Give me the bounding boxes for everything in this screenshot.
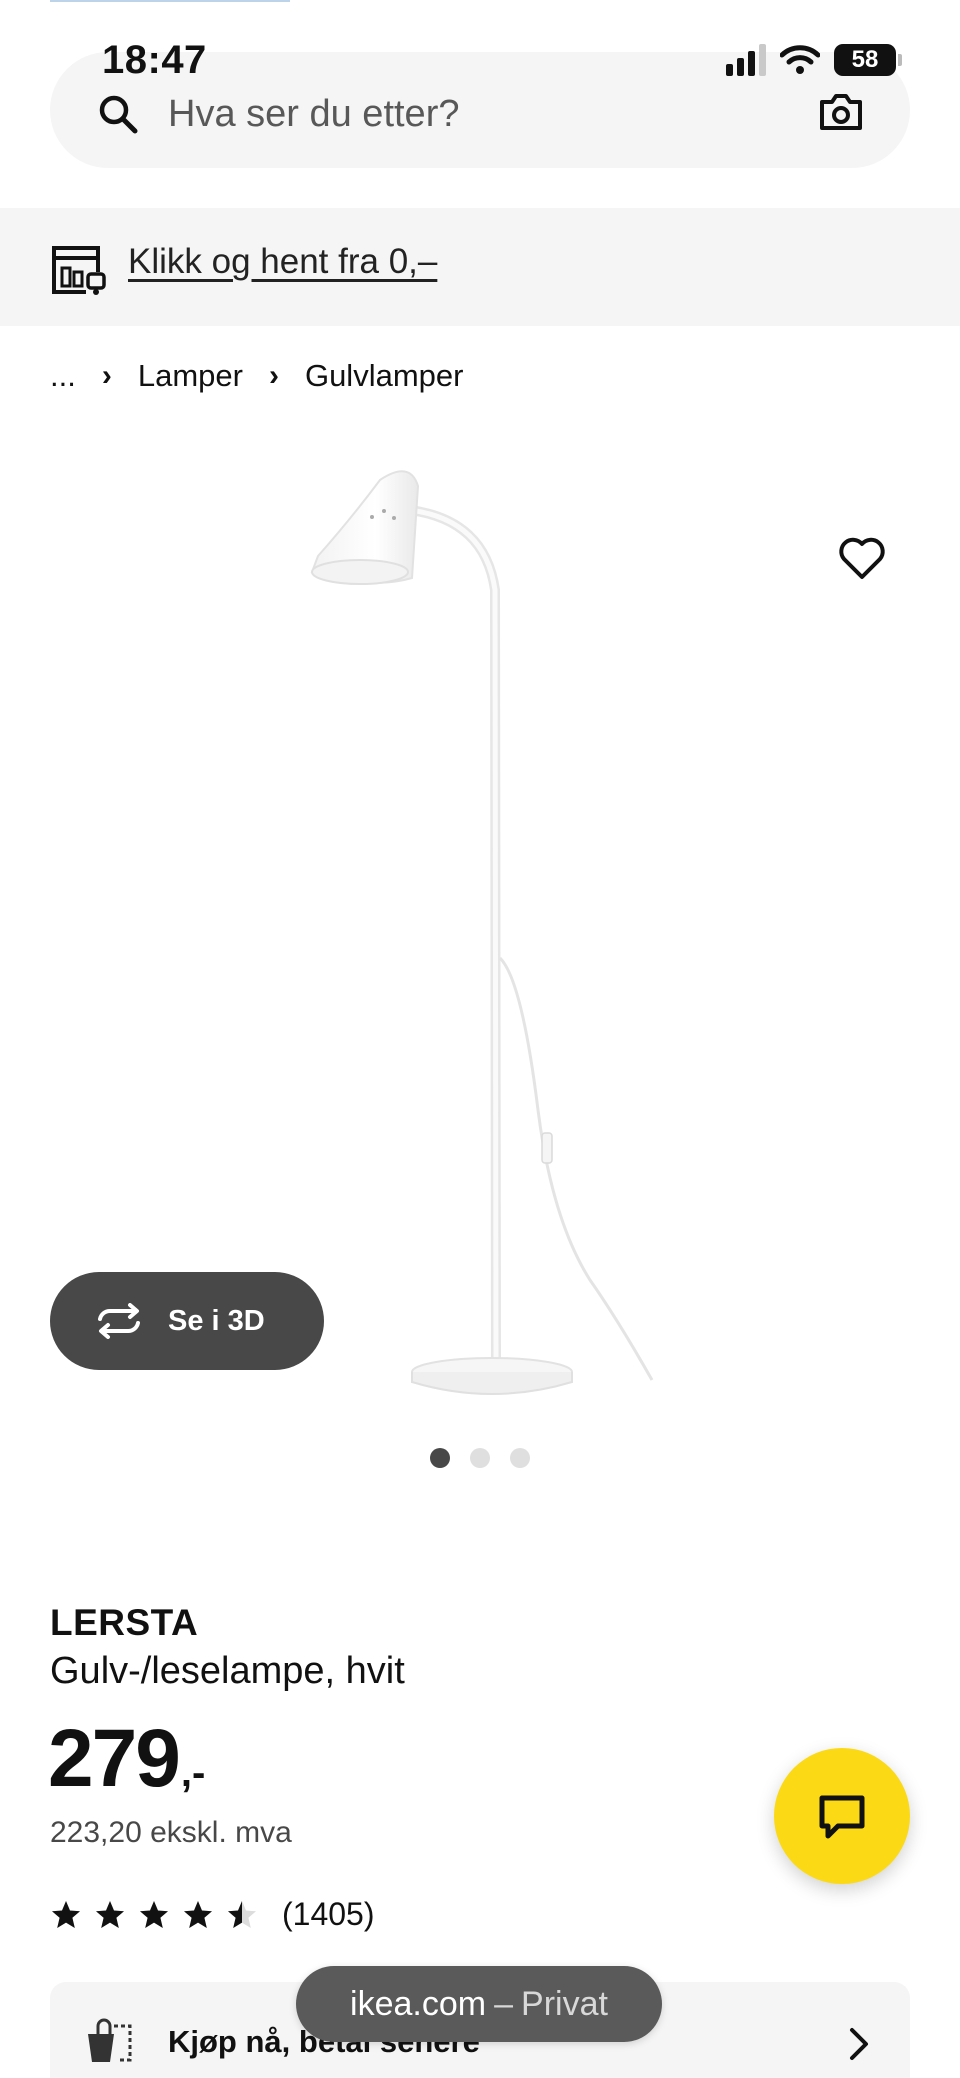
browser-address-pill[interactable]: ikea.com – Privat <box>296 1966 662 2042</box>
pay-later-icon <box>88 2018 132 2062</box>
rating-stars <box>50 1899 258 1931</box>
product-description: Gulv-/leselampe, hvit <box>50 1650 405 1692</box>
carousel-dot-1[interactable] <box>430 1448 450 1468</box>
store-icon <box>52 246 106 295</box>
chevron-right-icon: › <box>268 359 279 392</box>
click-collect-banner: Klikk og hent fra 0,– <box>0 208 960 326</box>
carousel-dots <box>430 1448 530 1468</box>
battery-level: 58 <box>851 46 879 73</box>
star-icon <box>52 1900 80 1928</box>
click-collect-link[interactable]: Klikk og hent fra 0,– <box>128 242 437 282</box>
chat-button[interactable] <box>774 1748 910 1884</box>
heart-icon[interactable] <box>836 532 888 584</box>
browser-mode: Privat <box>521 1984 608 2023</box>
price-ex-vat: 223,20 ekskl. mva <box>50 1816 292 1849</box>
breadcrumb-gulvlamper[interactable]: Gulvlamper <box>305 358 464 394</box>
battery-icon: 58 <box>834 44 902 76</box>
browser-domain: ikea.com <box>350 1984 487 2023</box>
search-icon[interactable] <box>94 90 142 138</box>
view-3d-button[interactable]: Se i 3D <box>50 1272 324 1370</box>
rotate-icon <box>98 1303 140 1339</box>
camera-icon[interactable] <box>816 86 866 136</box>
star-icon <box>184 1900 212 1928</box>
search-input[interactable] <box>168 86 788 142</box>
breadcrumb-ellipsis[interactable]: ... <box>50 358 76 394</box>
wifi-icon <box>780 45 820 74</box>
browser-separator: – <box>494 1984 514 2023</box>
signal-icon <box>726 44 766 76</box>
breadcrumb-lamper[interactable]: Lamper <box>138 358 243 394</box>
chat-icon <box>819 1795 865 1839</box>
product-image[interactable] <box>260 460 680 1410</box>
breadcrumb: ... › Lamper › Gulvlamper <box>50 358 463 394</box>
status-icons: 58 <box>726 44 902 76</box>
product-rating[interactable]: (1405) <box>50 1896 375 1933</box>
product-name: LERSTA <box>50 1602 199 1643</box>
price-integer: 279 <box>48 1713 181 1804</box>
carousel-dot-3[interactable] <box>510 1448 530 1468</box>
carousel-dot-2[interactable] <box>470 1448 490 1468</box>
price-suffix: ,- <box>180 1751 206 1795</box>
star-icon <box>228 1900 256 1928</box>
view-3d-label: Se i 3D <box>168 1304 265 1337</box>
star-icon <box>140 1900 168 1928</box>
rating-count[interactable]: (1405) <box>282 1896 375 1933</box>
product-price: 279 ,- <box>48 1712 205 1806</box>
status-time: 18:47 <box>102 38 207 82</box>
chevron-right-icon <box>850 2028 868 2060</box>
chevron-right-icon: › <box>101 359 112 392</box>
star-icon <box>96 1900 124 1928</box>
